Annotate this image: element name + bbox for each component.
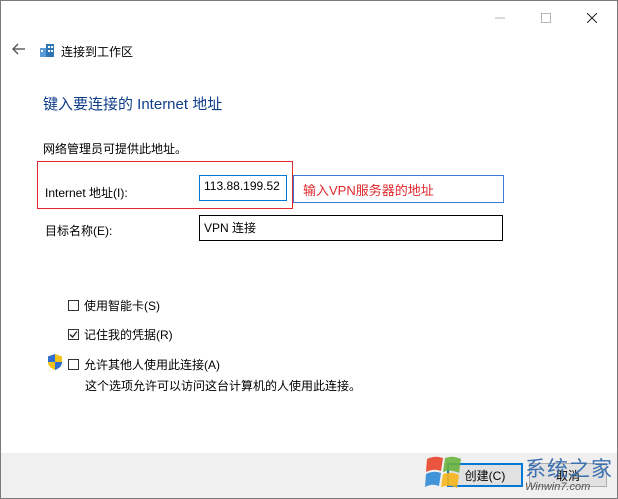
watermark-brand: 系统之家 [525, 457, 613, 481]
remember-credentials-label: 记住我的凭据(R) [84, 328, 173, 342]
address-input[interactable]: 113.88.199.52 [199, 175, 287, 201]
page-description: 网络管理员可提供此地址。 [43, 142, 188, 156]
site-watermark: 系统之家 Winwin7.com [421, 449, 617, 498]
address-annotation: 输入VPN服务器的地址 [303, 183, 434, 198]
remember-credentials-option[interactable]: 记住我的凭据(R) [68, 326, 173, 343]
close-button[interactable] [569, 1, 615, 35]
page-heading: 键入要连接的 Internet 地址 [43, 96, 223, 113]
smart-card-label: 使用智能卡(S) [84, 299, 160, 313]
checkmark-icon [69, 331, 78, 338]
back-button[interactable] [11, 41, 27, 57]
watermark-url: Winwin7.com [525, 481, 591, 493]
minimize-icon [495, 17, 505, 19]
remember-credentials-checkbox[interactable] [68, 329, 79, 340]
windows-logo-icon [425, 456, 461, 488]
workplace-network-icon [40, 44, 54, 57]
destination-name-input[interactable]: VPN 连接 [199, 215, 503, 241]
allow-others-option[interactable]: 允许其他人使用此连接(A) [68, 356, 220, 373]
connect-to-workplace-window: 连接到工作区 键入要连接的 Internet 地址 网络管理员可提供此地址。 I… [0, 0, 618, 499]
address-label: Internet 地址(I): [45, 186, 128, 200]
uac-shield-icon [48, 354, 62, 370]
allow-others-label: 允许其他人使用此连接(A) [84, 358, 220, 372]
smart-card-option[interactable]: 使用智能卡(S) [68, 297, 160, 314]
allow-others-note: 这个选项允许可以访问这台计算机的人使用此连接。 [85, 379, 362, 393]
maximize-icon [541, 13, 551, 23]
minimize-button[interactable] [477, 1, 523, 35]
maximize-button[interactable] [523, 1, 569, 35]
close-icon [587, 13, 597, 23]
smart-card-checkbox[interactable] [68, 300, 79, 311]
back-arrow-icon [12, 43, 25, 55]
name-label: 目标名称(E): [45, 224, 113, 238]
allow-others-checkbox[interactable] [68, 359, 79, 370]
window-title: 连接到工作区 [61, 45, 134, 59]
